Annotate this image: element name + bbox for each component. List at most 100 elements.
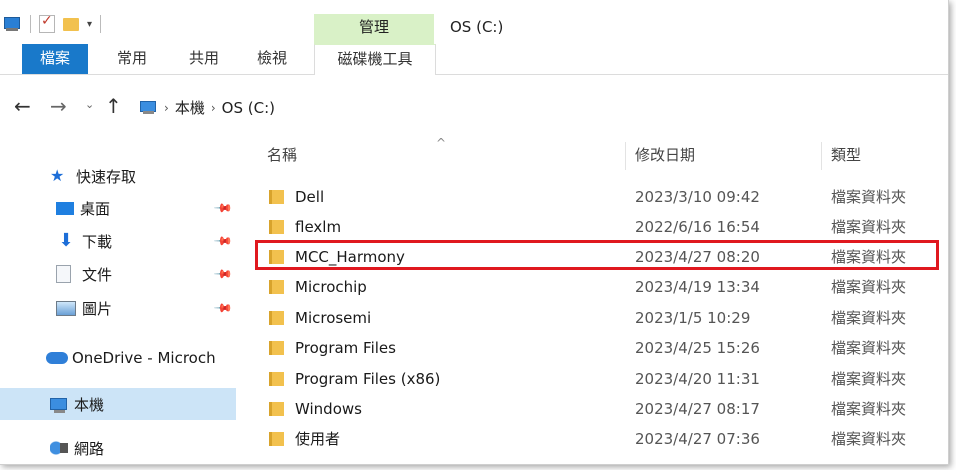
toolbar-divider: [30, 15, 31, 33]
file-name: Program Files (x86): [295, 370, 441, 388]
title-bar: ▾ 管理 OS (C:): [0, 0, 948, 44]
recent-locations-chevron-icon[interactable]: ⌄: [85, 98, 94, 111]
sidebar-item-label: 下載: [82, 232, 113, 251]
file-type: 檔案資料夾: [831, 400, 907, 418]
file-name: MCC_Harmony: [295, 248, 405, 266]
table-row[interactable]: flexlm 2022/6/16 16:54 檔案資料夾: [239, 212, 948, 242]
customize-toolbar-icon[interactable]: ▾: [87, 19, 92, 30]
file-type: 檔案資料夾: [831, 188, 907, 206]
star-icon: ★: [50, 166, 65, 185]
file-type: 檔案資料夾: [831, 339, 907, 357]
column-header-name[interactable]: 名稱: [267, 138, 297, 172]
sidebar-item-label: 圖片: [82, 299, 113, 318]
tab-view[interactable]: 檢視: [244, 44, 300, 74]
file-name: Microchip: [295, 278, 367, 296]
tab-file[interactable]: 檔案: [22, 44, 88, 74]
file-date: 2022/6/16 16:54: [635, 218, 760, 236]
document-icon: [56, 265, 71, 283]
file-type: 檔案資料夾: [831, 430, 907, 448]
back-arrow-icon[interactable]: ←: [14, 94, 31, 118]
table-row[interactable]: 使用者 2023/4/27 07:36 檔案資料夾: [239, 424, 948, 454]
window-title: OS (C:): [450, 18, 504, 36]
file-type: 檔案資料夾: [831, 309, 907, 327]
file-type: 檔案資料夾: [831, 370, 907, 388]
network-icon: [50, 441, 68, 455]
column-divider[interactable]: [625, 142, 626, 170]
tab-home[interactable]: 常用: [104, 44, 160, 74]
pin-icon[interactable]: 📌: [213, 298, 233, 318]
column-divider[interactable]: [821, 142, 822, 170]
table-row[interactable]: Program Files (x86) 2023/4/20 11:31 檔案資料…: [239, 364, 948, 394]
table-row[interactable]: Windows 2023/4/27 08:17 檔案資料夾: [239, 394, 948, 424]
file-date: 2023/4/27 08:17: [635, 400, 760, 418]
column-header-date[interactable]: 修改日期: [635, 138, 695, 172]
pictures-icon: [56, 300, 76, 316]
table-row[interactable]: Program Files 2023/4/25 15:26 檔案資料夾: [239, 333, 948, 363]
up-arrow-icon[interactable]: ↑: [105, 94, 122, 118]
sidebar-item-label: 文件: [82, 265, 113, 284]
tab-manage[interactable]: 管理: [314, 14, 434, 44]
pc-icon[interactable]: [4, 17, 22, 31]
sidebar-item-network[interactable]: 網路: [0, 432, 236, 464]
file-date: 2023/4/25 15:26: [635, 339, 760, 357]
table-row[interactable]: Microsemi 2023/1/5 10:29 檔案資料夾: [239, 303, 948, 333]
sidebar-item-label: 快速存取: [76, 167, 137, 186]
table-row[interactable]: MCC_Harmony 2023/4/27 08:20 檔案資料夾: [239, 242, 948, 272]
file-date: 2023/1/5 10:29: [635, 309, 751, 327]
folder-icon: [269, 190, 284, 204]
tab-drive-tools[interactable]: 磁碟機工具: [314, 44, 436, 75]
breadcrumb-drive[interactable]: OS (C:): [222, 99, 275, 117]
sidebar-item-desktop[interactable]: 桌面 📌: [0, 192, 236, 224]
sort-ascending-icon: ^: [436, 136, 447, 150]
new-folder-icon[interactable]: [63, 17, 79, 31]
file-date: 2023/4/19 13:34: [635, 278, 760, 296]
desktop-icon: [56, 201, 74, 215]
file-type: 檔案資料夾: [831, 278, 907, 296]
pin-icon[interactable]: 📌: [213, 264, 233, 284]
toolbar-divider: [100, 15, 102, 33]
table-row[interactable]: Dell 2023/3/10 09:42 檔案資料夾: [239, 182, 948, 212]
pin-icon[interactable]: 📌: [213, 198, 233, 218]
quick-access-toolbar: ▾: [4, 13, 102, 34]
folder-icon: [269, 311, 284, 325]
sidebar-item-pictures[interactable]: 圖片 📌: [0, 292, 236, 324]
breadcrumb-this-pc[interactable]: 本機: [175, 97, 205, 118]
pc-icon: [140, 101, 158, 114]
file-list: ^ 名稱 修改日期 類型 Dell 2023/3/10 09:42 檔案資料夾 …: [239, 136, 948, 464]
sidebar-item-label: 本機: [74, 395, 105, 414]
folder-icon: [269, 372, 284, 386]
onedrive-icon: [46, 352, 68, 364]
sidebar-item-label: 桌面: [80, 199, 111, 218]
file-name: flexlm: [295, 218, 342, 236]
file-date: 2023/4/27 07:36: [635, 430, 760, 448]
folder-icon: [269, 432, 284, 446]
folder-icon: [269, 402, 284, 416]
sidebar-item-quick-access[interactable]: ★ 快速存取: [0, 160, 236, 192]
column-header-type[interactable]: 類型: [831, 138, 861, 172]
pin-icon[interactable]: 📌: [213, 231, 233, 251]
breadcrumb[interactable]: › 本機 › OS (C:): [140, 97, 275, 118]
download-icon: ⬇: [58, 230, 74, 251]
sidebar-item-downloads[interactable]: ⬇ 下載 📌: [0, 225, 236, 257]
ribbon-tabs: 檔案 常用 共用 檢視 磁碟機工具: [0, 44, 948, 75]
table-row[interactable]: Microchip 2023/4/19 13:34 檔案資料夾: [239, 272, 948, 302]
file-name: Windows: [295, 400, 362, 418]
navigation-pane: ★ 快速存取 桌面 📌 ⬇ 下載 📌 文件 📌 圖片 📌 OneDrive - …: [0, 138, 238, 464]
sidebar-item-documents[interactable]: 文件 📌: [0, 258, 236, 290]
folder-icon: [269, 280, 284, 294]
folder-icon: [269, 250, 284, 264]
sidebar-item-this-pc[interactable]: 本機: [0, 388, 236, 420]
chevron-right-icon[interactable]: ›: [211, 101, 216, 115]
folder-icon: [269, 220, 284, 234]
sidebar-item-label: 網路: [74, 439, 105, 458]
forward-arrow-icon[interactable]: →: [50, 94, 67, 118]
pc-icon: [50, 397, 68, 413]
tab-share[interactable]: 共用: [176, 44, 232, 74]
chevron-right-icon[interactable]: ›: [164, 101, 169, 115]
properties-icon[interactable]: [39, 13, 55, 33]
sidebar-item-onedrive[interactable]: OneDrive - Microch: [0, 342, 236, 374]
folder-icon: [269, 341, 284, 355]
file-type: 檔案資料夾: [831, 248, 907, 266]
sidebar-item-label: OneDrive - Microch: [72, 349, 216, 367]
file-date: 2023/3/10 09:42: [635, 188, 760, 206]
